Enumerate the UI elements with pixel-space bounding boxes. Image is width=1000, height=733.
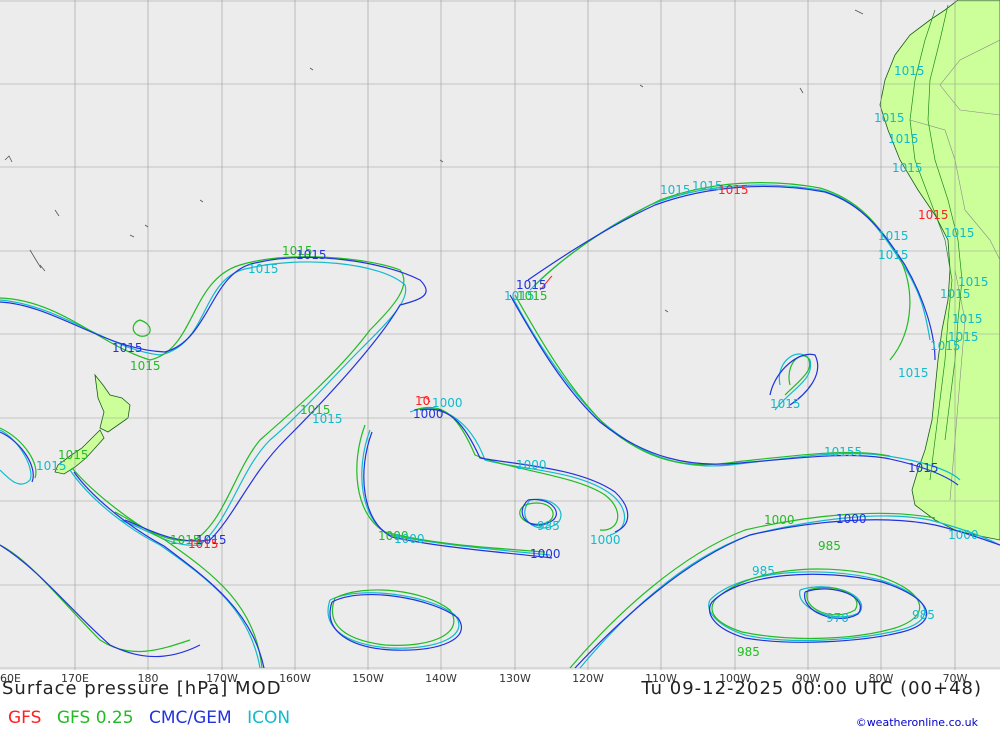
isobar-label: 1015 [894, 64, 925, 78]
credit-link[interactable]: ©weatheronline.co.uk [856, 716, 978, 729]
isobar-label: 1015 [248, 262, 279, 276]
isobar-label: 1015 [878, 248, 909, 262]
legend-icon[interactable]: ICON [247, 708, 290, 728]
isobar-label: 1015 [952, 312, 983, 326]
isobar-label: 1015 [36, 459, 67, 473]
isobar-label: 1015 [878, 229, 909, 243]
isobar-label: 1015 [188, 537, 219, 551]
map-panel: 1015 1015 1015 1015 1015 1015 1015 1015 1015 1015… [0, 0, 1000, 733]
model-legend: GFS GFS 0.25 CMC/GEM ICON [8, 708, 300, 728]
legend-cmc[interactable]: CMC/GEM [149, 708, 232, 728]
lon-label: 140W [425, 672, 457, 685]
isobar-label: 1000 [948, 528, 979, 542]
isobar-label: 1015 [718, 183, 749, 197]
isobar-label: 985 [912, 608, 935, 622]
isobar-label: 985 [537, 519, 560, 533]
lon-label: 120W [572, 672, 604, 685]
legend-gfs[interactable]: GFS [8, 708, 41, 728]
isobar-label: 1015 [770, 397, 801, 411]
isobar-label: 985 [752, 564, 775, 578]
isobar-label: 1015 [944, 226, 975, 240]
isobar-label: 10 [415, 394, 430, 408]
isobar-label: 1015 [908, 461, 939, 475]
isobar-label: 1000 [530, 547, 561, 561]
lon-label: 130W [499, 672, 531, 685]
isobar-label: 1000 [394, 532, 425, 546]
isobar-label: 1000 [836, 512, 867, 526]
isobar-label: 1000 [516, 458, 547, 472]
isobar-label: 1015 [930, 339, 961, 353]
isobar-label: 1015 [112, 341, 143, 355]
isobar-label: 1015 [312, 412, 343, 426]
isobar-label: 1015 [516, 278, 547, 292]
lon-label: 160W [279, 672, 311, 685]
valid-time: Tu 09-12-2025 00:00 UTC (00+48) [641, 678, 982, 699]
isobar-label: 1015 [888, 132, 919, 146]
isobar-label: 985 [737, 645, 760, 659]
legend-gfs025[interactable]: GFS 0.25 [57, 708, 134, 728]
pressure-map[interactable]: 1015 1015 1015 1015 1015 1015 1015 1015 1015 1015… [0, 0, 1000, 670]
isobar-label: 1015 [296, 248, 327, 262]
isobar-label: 1015 [892, 161, 923, 175]
isobar-label: 1015 [660, 183, 691, 197]
isobar-label: 1015 [130, 359, 161, 373]
isobar-label: 1015 [918, 208, 949, 222]
ocean [0, 0, 1000, 670]
isobar-label: 1000 [764, 513, 795, 527]
isobar-label: 10155 [824, 445, 862, 459]
isobar-label: 985 [818, 539, 841, 553]
isobar-label: 1015 [940, 287, 971, 301]
isobar-label: 1015 [874, 111, 905, 125]
isobar-label: 1015 [898, 366, 929, 380]
isobar-label: 1000 [432, 396, 463, 410]
map-title: Surface pressure [hPa] MOD [2, 678, 282, 699]
isobar-label: 970 [826, 611, 849, 625]
lon-label: 150W [352, 672, 384, 685]
isobar-label: 1000 [590, 533, 621, 547]
